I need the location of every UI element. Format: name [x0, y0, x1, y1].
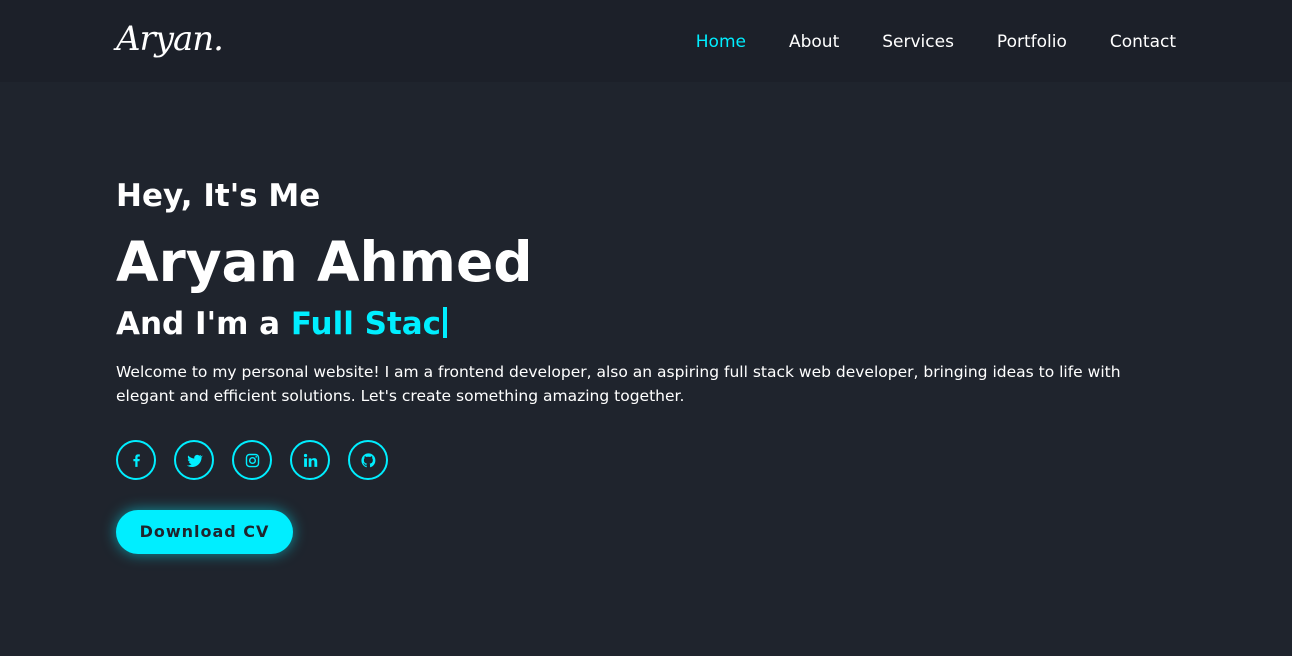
hero-greeting: Hey, It's Me — [116, 178, 321, 214]
github-link[interactable] — [348, 440, 388, 480]
nav-link-services[interactable]: Services — [882, 28, 954, 56]
page: Aryan. Home About Services Portfolio Con… — [0, 0, 1292, 656]
nav-link-home[interactable]: Home — [696, 28, 746, 56]
hero-name: Aryan Ahmed — [116, 230, 533, 294]
instagram-icon — [245, 453, 259, 467]
social-links — [116, 440, 1176, 480]
nav-link-about[interactable]: About — [789, 28, 839, 56]
facebook-link[interactable] — [116, 440, 156, 480]
instagram-link[interactable] — [232, 440, 272, 480]
hero-role-prefix: And I'm a — [116, 306, 291, 342]
typing-cursor — [443, 307, 448, 338]
site-header: Aryan. Home About Services Portfolio Con… — [0, 0, 1292, 82]
linkedin-icon — [303, 453, 317, 467]
download-cv-button[interactable]: Download CV — [116, 510, 293, 554]
logo[interactable]: Aryan. — [116, 14, 224, 64]
nav-link-portfolio[interactable]: Portfolio — [997, 28, 1067, 56]
linkedin-link[interactable] — [290, 440, 330, 480]
twitter-icon — [186, 454, 203, 467]
facebook-icon — [132, 453, 140, 467]
hero-section: Hey, It's Me Aryan Ahmed And I'm a Full … — [116, 172, 1176, 554]
hero-role-typed: Full Stac — [290, 306, 442, 342]
twitter-link[interactable] — [174, 440, 214, 480]
nav-link-contact[interactable]: Contact — [1110, 28, 1176, 56]
hero-role: And I'm a Full Stac — [116, 300, 1176, 348]
main-nav: Home About Services Portfolio Contact — [696, 28, 1176, 56]
hero-intro: Welcome to my personal website! I am a f… — [116, 363, 1121, 405]
github-icon — [360, 452, 375, 467]
